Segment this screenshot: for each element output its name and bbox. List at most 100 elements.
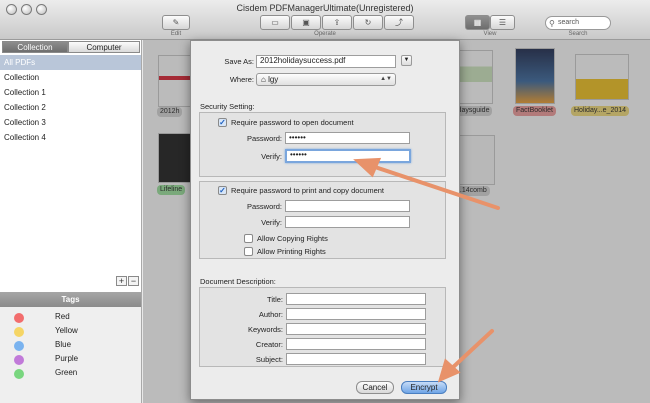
collection-item-2[interactable]: Collection 2 xyxy=(0,100,141,115)
where-value: lgy xyxy=(268,75,279,84)
blue-dot-icon xyxy=(14,341,24,351)
tag-blue[interactable]: Blue xyxy=(0,339,141,353)
tag-red[interactable]: Red xyxy=(0,311,141,325)
require-open-password-checkbox[interactable]: ✓ xyxy=(218,118,227,127)
open-password-field[interactable]: •••••• xyxy=(285,132,410,144)
collection-list: All PDFs Collection Collection 1 Collect… xyxy=(0,55,141,145)
creator-label: Creator: xyxy=(255,340,283,349)
operate-button-2[interactable]: ▣ xyxy=(291,15,321,30)
allow-printing-label: Allow Printing Rights xyxy=(257,247,326,256)
open-password-label: Password: xyxy=(246,134,282,143)
require-print-password-checkbox[interactable]: ✓ xyxy=(218,186,227,195)
edit-button[interactable]: ✎ xyxy=(162,15,190,30)
upload-icon: ⇪ xyxy=(333,18,341,27)
pdf-thumbnail[interactable] xyxy=(455,135,495,185)
operate-button-3[interactable]: ⇪ xyxy=(322,15,352,30)
grid-icon: ▦ xyxy=(473,18,482,27)
where-popup[interactable]: ⌂ lgy ▲▼ xyxy=(256,73,396,86)
tag-green[interactable]: Green xyxy=(0,367,141,381)
window-title: Cisdem PDFManagerUltimate(Unregistered) xyxy=(236,3,414,13)
pdf-label: Lifeline xyxy=(157,185,186,195)
purple-dot-icon xyxy=(14,355,24,365)
tab-collection[interactable]: Collection xyxy=(2,41,68,53)
list-view-button[interactable]: ☰ xyxy=(490,15,515,30)
document-description-group: Title: Author: Keywords: Creator: Subjec… xyxy=(199,287,446,367)
tag-label: Green xyxy=(55,368,78,377)
pdf-label: 2012h xyxy=(157,107,183,117)
view-caption: View xyxy=(483,31,497,37)
pdf-label: FactBooklet xyxy=(513,106,556,116)
require-open-password-label: Require password to open document xyxy=(231,118,354,127)
chevron-down-icon: ▼ xyxy=(403,57,410,63)
collection-item[interactable]: Collection xyxy=(0,70,141,85)
print-password-label: Password: xyxy=(246,202,282,211)
operate-button-4[interactable]: ↻ xyxy=(353,15,383,30)
tag-purple[interactable]: Purple xyxy=(0,353,141,367)
search-placeholder: search xyxy=(558,19,580,26)
print-verify-label: Verify: xyxy=(261,218,282,227)
sidebar: Collection Computer All PDFs Collection … xyxy=(0,40,142,403)
open-verify-label: Verify: xyxy=(261,152,282,161)
green-dot-icon xyxy=(14,369,24,379)
require-print-password-label: Require password to print and copy docum… xyxy=(231,186,385,195)
document-icon: ▭ xyxy=(271,18,279,27)
collection-item-all-pdfs[interactable]: All PDFs xyxy=(0,55,141,70)
author-label: Author: xyxy=(258,310,283,319)
encrypt-dialog: Save As: 2012holidaysuccess.pdf ▼ Where:… xyxy=(190,40,460,400)
open-verify-field[interactable]: •••••• xyxy=(285,149,411,163)
operate-button-1[interactable]: ▭ xyxy=(260,15,290,30)
author-field[interactable] xyxy=(286,308,426,320)
document-description-label: Document Description: xyxy=(200,277,276,286)
creator-field[interactable] xyxy=(286,338,426,350)
title-bar: Cisdem PDFManagerUltimate(Unregistered) … xyxy=(0,0,650,40)
print-verify-field[interactable] xyxy=(285,216,410,228)
tags-header: Tags xyxy=(0,292,141,307)
collection-item-1[interactable]: Collection 1 xyxy=(0,85,141,100)
chevron-up-down-icon: ▲▼ xyxy=(380,76,392,82)
lock-icon: ▣ xyxy=(302,18,310,27)
cancel-button[interactable]: Cancel xyxy=(356,381,394,394)
subject-label: Subject: xyxy=(255,355,283,364)
tag-label: Purple xyxy=(55,354,79,363)
keywords-label: Keywords: xyxy=(247,325,283,334)
search-icon: ⚲ xyxy=(549,19,555,28)
collection-item-4[interactable]: Collection 4 xyxy=(0,130,141,145)
encrypt-button[interactable]: Encrypt xyxy=(401,381,447,394)
rotate-icon: ↻ xyxy=(364,18,372,27)
red-dot-icon xyxy=(14,313,24,323)
collection-item-3[interactable]: Collection 3 xyxy=(0,115,141,130)
operate-button-5[interactable]: ⤴ xyxy=(384,15,414,30)
title-field[interactable] xyxy=(286,293,426,305)
expand-dialog-button[interactable]: ▼ xyxy=(401,55,412,66)
tags-list: Red Yellow Blue Purple Green xyxy=(0,307,141,403)
add-collection-button[interactable]: + xyxy=(116,276,127,286)
title-label: Title: xyxy=(267,295,283,304)
pdf-thumbnail[interactable] xyxy=(515,48,555,104)
share-icon: ⤴ xyxy=(395,18,403,27)
print-password-field[interactable] xyxy=(285,200,410,212)
security-setting-label: Security Setting: xyxy=(200,102,255,111)
save-as-field[interactable]: 2012holidaysuccess.pdf xyxy=(256,55,396,68)
operate-caption: Operate xyxy=(314,31,336,37)
subject-field[interactable] xyxy=(286,353,426,365)
pdf-label: Holiday...e_2014 xyxy=(571,106,630,116)
grid-view-button[interactable]: ▦ xyxy=(465,15,490,30)
tag-yellow[interactable]: Yellow xyxy=(0,325,141,339)
print-copy-password-group: ✓ Require password to print and copy doc… xyxy=(199,181,446,259)
keywords-field[interactable] xyxy=(286,323,426,335)
save-as-label: Save As: xyxy=(224,57,254,66)
allow-printing-checkbox[interactable] xyxy=(244,247,253,256)
remove-collection-button[interactable]: − xyxy=(128,276,139,286)
allow-copying-checkbox[interactable] xyxy=(244,234,253,243)
tab-computer[interactable]: Computer xyxy=(68,41,140,53)
pdf-thumbnail[interactable] xyxy=(455,50,493,104)
tag-label: Yellow xyxy=(55,326,78,335)
open-password-group: ✓ Require password to open document Pass… xyxy=(199,112,446,177)
pdf-thumbnail[interactable] xyxy=(575,54,629,100)
search-input[interactable]: ⚲ search xyxy=(545,16,611,30)
pencil-icon: ✎ xyxy=(172,18,180,27)
tag-label: Blue xyxy=(55,340,72,349)
edit-caption: Edit xyxy=(170,31,182,37)
search-caption: Search xyxy=(568,31,588,37)
allow-copying-label: Allow Copying Rights xyxy=(257,234,328,243)
